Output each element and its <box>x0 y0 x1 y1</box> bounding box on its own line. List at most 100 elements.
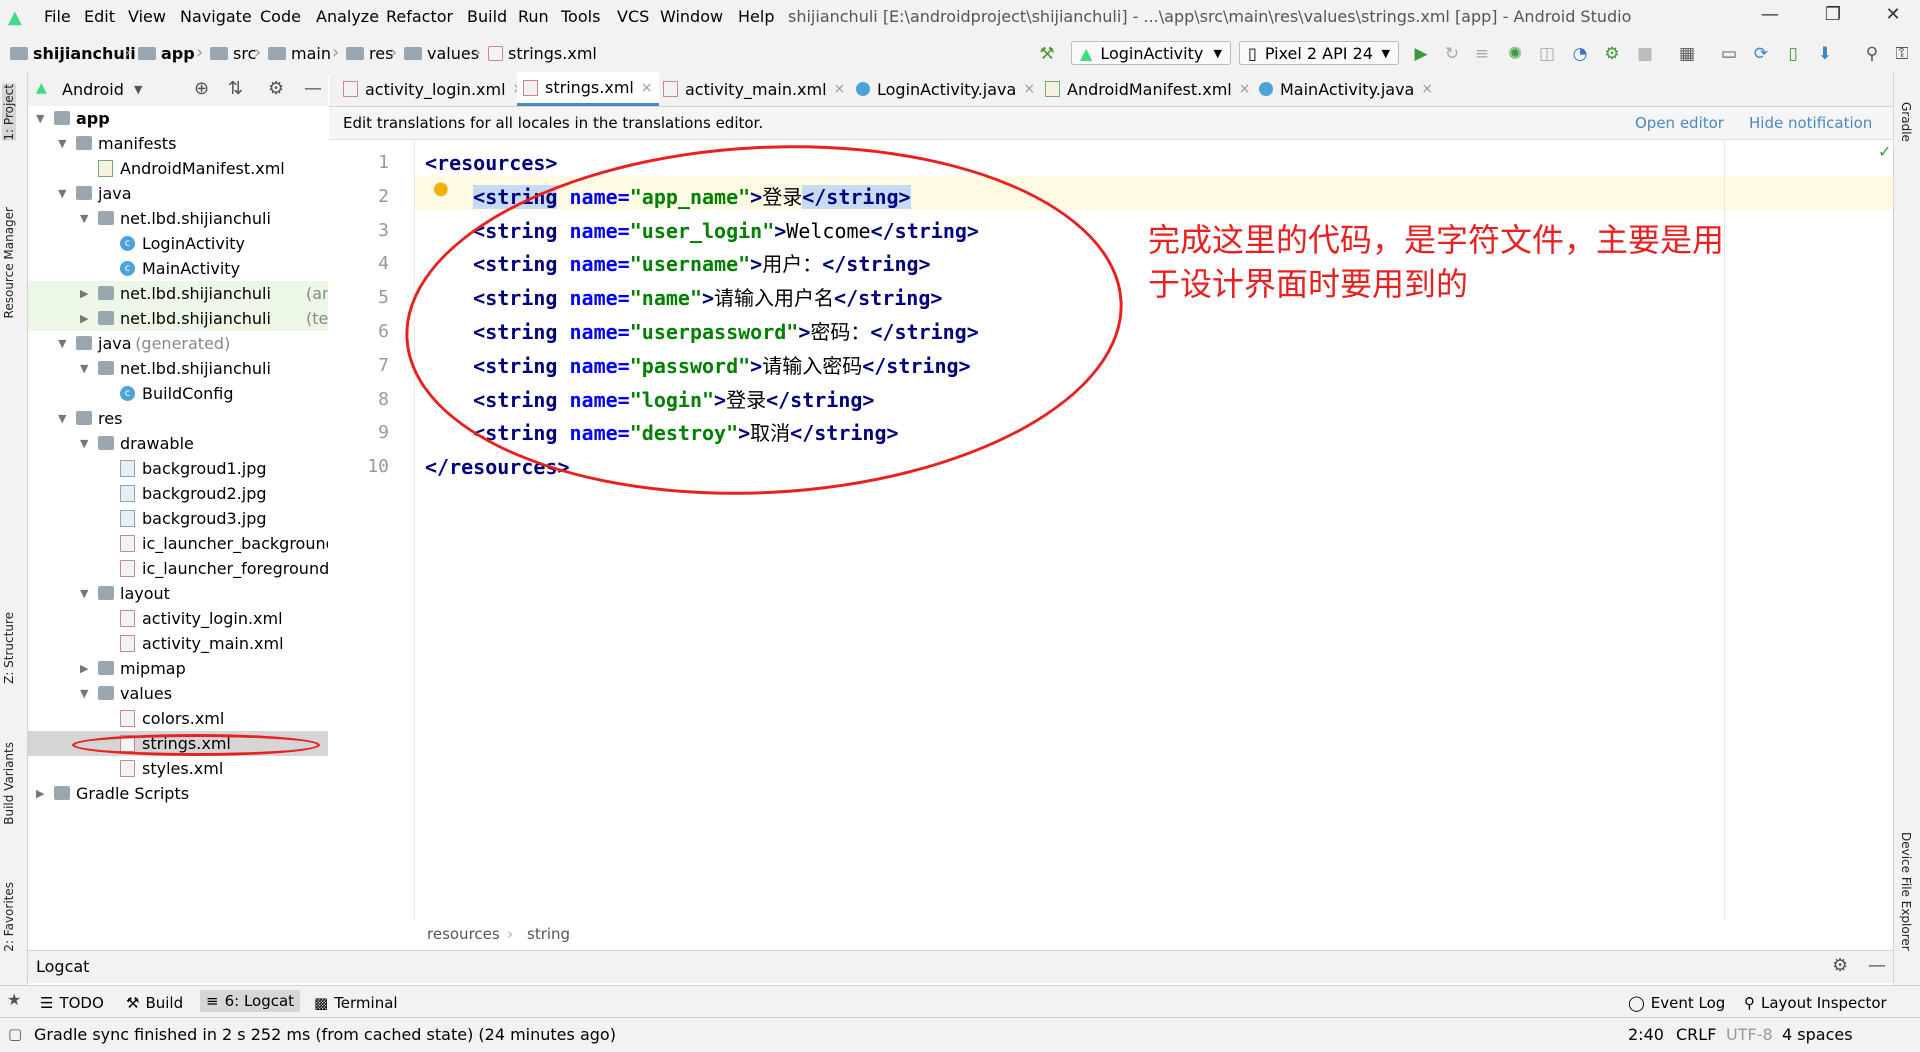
project-view-mode-select[interactable]: Android <box>62 80 124 99</box>
locate-icon[interactable]: ⊕ <box>194 78 209 99</box>
tree-item[interactable]: ▼ net.lbd.shijianchuli <box>28 206 328 231</box>
tree-item[interactable]: ▼ res <box>28 406 328 431</box>
editor-tab[interactable]: activity_login.xml× <box>337 72 530 106</box>
sync-gradle-icon[interactable]: ⟳ <box>1749 44 1773 64</box>
hide-panel-icon[interactable]: — <box>304 78 322 99</box>
favorites-tool-tab[interactable]: 2: Favorites <box>2 882 16 952</box>
line-separator[interactable]: CRLF <box>1676 1025 1716 1044</box>
file-encoding[interactable]: UTF-8 <box>1726 1025 1773 1044</box>
menu-navigate[interactable]: Navigate <box>180 7 252 26</box>
close-tab-icon[interactable]: × <box>1421 81 1433 97</box>
editor-breadcrumb-item[interactable]: resources <box>427 925 500 943</box>
editor-tab[interactable]: activity_main.xml × <box>657 72 851 106</box>
avd-manager-icon[interactable]: ▭ <box>1717 44 1741 64</box>
chevron-down-icon[interactable]: ▼ <box>80 356 88 381</box>
menu-vcs[interactable]: VCS <box>617 7 649 26</box>
chevron-right-icon[interactable]: ▶ <box>80 306 88 331</box>
tree-item[interactable]: ▶ net.lbd.shijianchuli (androidT <box>28 281 328 306</box>
menu-window[interactable]: Window <box>660 7 723 26</box>
search-icon[interactable]: ⚲ <box>1860 44 1884 64</box>
status-toggle-icon[interactable]: ▢ <box>8 1025 22 1043</box>
breadcrumb-item[interactable]: values <box>404 44 479 63</box>
menu-edit[interactable]: Edit <box>84 7 115 26</box>
menu-file[interactable]: File <box>44 7 71 26</box>
menu-tools[interactable]: Tools <box>561 7 600 26</box>
caret-position[interactable]: 2:40 <box>1628 1025 1664 1044</box>
breadcrumb-item[interactable]: strings.xml <box>488 44 597 63</box>
chevron-down-icon[interactable]: ▼ <box>58 406 66 431</box>
gear-icon[interactable]: ⚙ <box>268 78 284 99</box>
tree-item[interactable]: ▼ manifests <box>28 131 328 156</box>
tree-item[interactable]: ▼ net.lbd.shijianchuli <box>28 356 328 381</box>
structure-tool-tab[interactable]: Z: Structure <box>2 612 16 684</box>
run-config-select[interactable]: ▲ LoginActivity ▼ <box>1071 41 1231 65</box>
build-tool-button[interactable]: ⚒ Build <box>126 994 183 1012</box>
device-file-explorer-tool-tab[interactable]: Device File Explorer <box>1899 832 1913 951</box>
indent-setting[interactable]: 4 spaces <box>1782 1025 1853 1044</box>
chevron-right-icon[interactable]: ▶ <box>80 656 88 681</box>
logcat-tool-button[interactable]: ≡ 6: Logcat <box>200 990 301 1012</box>
tree-item[interactable]: ▼ layout <box>28 581 328 606</box>
menu-refactor[interactable]: Refactor <box>386 7 453 26</box>
device-manager-icon[interactable]: ▯ <box>1781 44 1805 64</box>
open-editor-link[interactable]: Open editor <box>1635 114 1724 132</box>
tree-item[interactable]: ▶ Gradle Scripts <box>28 781 328 806</box>
tree-item[interactable]: ▶ mipmap <box>28 656 328 681</box>
editor-tab[interactable]: MainActivity.java × <box>1253 72 1439 106</box>
chevron-down-icon[interactable]: ▼ <box>80 581 88 606</box>
menu-run[interactable]: Run <box>518 7 549 26</box>
resource-manager-tool-tab[interactable]: Resource Manager <box>2 207 16 318</box>
tree-item[interactable]: colors.xml <box>28 706 328 731</box>
tree-item[interactable]: ▼ values <box>28 681 328 706</box>
breadcrumb-item[interactable]: src <box>210 44 256 63</box>
chevron-right-icon[interactable]: ▶ <box>80 281 88 306</box>
attach-debugger-icon[interactable]: ◫ <box>1535 44 1559 64</box>
chevron-down-icon[interactable]: ▼ <box>80 431 88 456</box>
project-structure-icon[interactable]: ▦ <box>1675 44 1699 64</box>
editor-tab[interactable]: AndroidManifest.xml × <box>1039 72 1256 106</box>
breadcrumb-item[interactable]: main <box>268 44 331 63</box>
tree-item[interactable]: backgroud3.jpg <box>28 506 328 531</box>
tree-item[interactable]: activity_main.xml <box>28 631 328 656</box>
tree-item[interactable]: c LoginActivity <box>28 231 328 256</box>
sdk-manager-icon[interactable]: ⬇ <box>1813 44 1837 64</box>
breadcrumb-item[interactable]: res <box>346 44 393 63</box>
restore-button[interactable]: ❐ <box>1818 4 1848 25</box>
chevron-down-icon[interactable]: ▼ <box>80 681 88 706</box>
project-tool-tab[interactable]: 1: Project <box>2 84 16 141</box>
menu-build[interactable]: Build <box>467 7 507 26</box>
build-variants-tool-tab[interactable]: Build Variants <box>2 742 16 825</box>
close-button[interactable]: ✕ <box>1878 4 1908 25</box>
chevron-down-icon[interactable]: ▼ <box>80 206 88 231</box>
tree-item[interactable]: ▼ java (generated) <box>28 331 328 356</box>
profile-icon[interactable]: ◔ <box>1568 44 1592 64</box>
minimize-button[interactable]: — <box>1755 4 1785 25</box>
chevron-down-icon[interactable]: ▼ <box>36 106 44 131</box>
gradle-tool-tab[interactable]: Gradle <box>1899 102 1913 142</box>
editor-breadcrumb-item[interactable]: string <box>527 925 570 943</box>
hide-panel-icon[interactable]: — <box>1868 955 1886 976</box>
breadcrumb-item[interactable]: shijianchuli <box>10 44 136 63</box>
breadcrumb-item[interactable]: app <box>138 44 195 63</box>
close-tab-icon[interactable]: × <box>1239 81 1251 97</box>
tree-item[interactable]: c BuildConfig <box>28 381 328 406</box>
hide-notification-link[interactable]: Hide notification <box>1749 114 1872 132</box>
run-icon[interactable]: ▶ <box>1409 44 1433 64</box>
terminal-tool-button[interactable]: ▩ Terminal <box>314 994 398 1012</box>
chevron-down-icon[interactable]: ▼ <box>58 181 66 206</box>
todo-tool-button[interactable]: ☰ TODO <box>40 994 104 1012</box>
menu-code[interactable]: Code <box>260 7 301 26</box>
tree-item[interactable]: ▶ net.lbd.shijianchuli (test) <box>28 306 328 331</box>
tree-item[interactable]: ▼ app <box>28 106 328 131</box>
chevron-down-icon[interactable]: ▼ <box>58 131 66 156</box>
chevron-down-icon[interactable]: ▼ <box>134 83 142 96</box>
chevron-down-icon[interactable]: ▼ <box>58 331 66 356</box>
tree-item[interactable]: backgroud1.jpg <box>28 456 328 481</box>
close-tab-icon[interactable]: × <box>834 81 846 97</box>
status-message[interactable]: Gradle sync finished in 2 s 252 ms (from… <box>34 1025 616 1044</box>
tree-item[interactable]: backgroud2.jpg <box>28 481 328 506</box>
tree-item[interactable]: ▼ java <box>28 181 328 206</box>
account-icon[interactable]: ⚿ <box>1890 44 1914 64</box>
apply-code-changes-icon[interactable]: ≡ <box>1470 44 1494 64</box>
gear-icon[interactable]: ⚙ <box>1832 955 1848 976</box>
